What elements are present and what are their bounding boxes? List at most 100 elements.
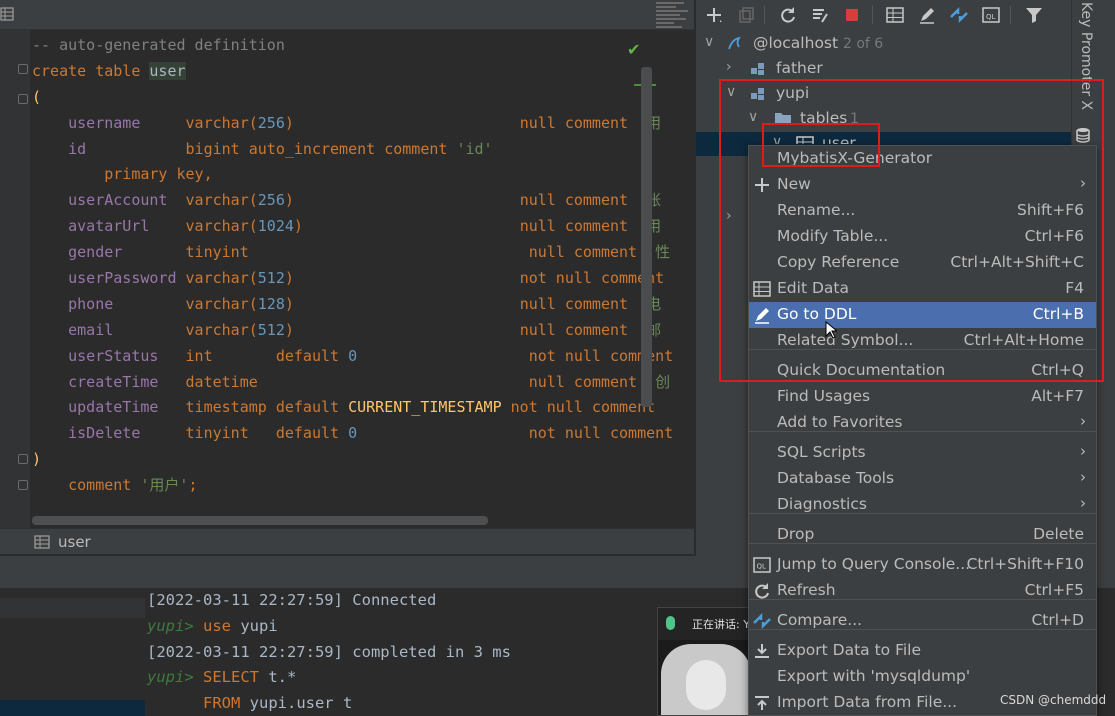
code-line[interactable]: isDelete tinyint default 0 not null comm…: [32, 421, 673, 447]
code-line[interactable]: username varchar(256) null comment '用: [32, 111, 673, 137]
compare-icon[interactable]: [949, 5, 969, 25]
code-line[interactable]: updateTime timestamp default CURRENT_TIM…: [32, 395, 673, 421]
console-token: yupi>: [147, 616, 203, 635]
chevron-down-icon[interactable]: ∨: [704, 34, 714, 50]
menu-item-diagnostics[interactable]: Diagnostics ›: [749, 492, 1096, 518]
inspection-ok-icon[interactable]: ✔: [627, 40, 640, 59]
code-token: 'id': [456, 139, 493, 158]
fold-marker[interactable]: [18, 454, 28, 464]
code-token: null comment: [519, 191, 638, 210]
code-token: primary key: [32, 165, 204, 184]
menu-item-label: SQL Scripts: [777, 443, 866, 461]
code-token: null comment: [519, 294, 638, 313]
code-token: create table: [32, 61, 150, 80]
editor-tab-user[interactable]: user: [0, 528, 694, 554]
menu-item-shortcut: Ctrl+F5: [1024, 581, 1084, 599]
schema-sync-icon[interactable]: [810, 5, 830, 25]
mysql-dolphin-icon: [728, 36, 741, 50]
menu-item-find-usages[interactable]: Find Usages Alt+F7: [749, 384, 1096, 410]
pencil-icon[interactable]: [917, 5, 937, 25]
console-token: yupi: [240, 616, 278, 635]
code-line[interactable]: createTime datetime null comment '创: [32, 370, 673, 396]
console-token: t.*: [268, 668, 297, 687]
code-area[interactable]: -- auto-generated definition create table…: [32, 33, 673, 499]
filter-icon[interactable]: [1024, 5, 1044, 25]
code-line[interactable]: comment '用户';: [32, 473, 673, 499]
sql-editor[interactable]: -- auto-generated definition create table…: [0, 0, 694, 528]
code-line[interactable]: -- auto-generated definition: [32, 33, 673, 59]
menu-item-drop[interactable]: Drop Delete: [749, 522, 1096, 548]
menu-item-shortcut: Ctrl+D: [1031, 611, 1084, 629]
chevron-right-icon[interactable]: ›: [726, 59, 732, 75]
code-line[interactable]: ): [32, 447, 673, 473]
code-line[interactable]: userPassword varchar(512) not null comme…: [32, 266, 673, 292]
code-line[interactable]: userAccount varchar(256) null comment '账: [32, 188, 673, 214]
code-token: gender: [32, 243, 186, 262]
code-line[interactable]: phone varchar(128) null comment '电: [32, 292, 673, 318]
code-token: ): [284, 191, 520, 210]
refresh-icon[interactable]: [778, 5, 798, 25]
console-token: use: [203, 616, 241, 635]
code-token: varchar(: [185, 320, 258, 339]
chevron-right-icon: ›: [1080, 494, 1086, 512]
menu-item-sql-scripts[interactable]: SQL Scripts ›: [749, 440, 1096, 466]
code-line[interactable]: create table user: [32, 59, 673, 85]
copy-icon[interactable]: [736, 5, 756, 25]
vertical-scrollbar[interactable]: [641, 67, 652, 407]
code-token: not null comment: [528, 424, 674, 443]
code-token: null comment: [519, 217, 638, 236]
watermark: CSDN @chemddd: [1000, 693, 1107, 707]
code-token: ): [293, 217, 520, 236]
code-line[interactable]: primary key,: [32, 162, 673, 188]
fold-marker[interactable]: [18, 64, 28, 74]
menu-item-compare[interactable]: Compare... Ctrl+D: [749, 608, 1096, 634]
video-call-overlay[interactable]: 正在讲话: Y: [657, 607, 757, 716]
table-grid-icon[interactable]: [0, 7, 14, 21]
code-line[interactable]: id bigint auto_increment comment 'id': [32, 137, 673, 163]
menu-item-export-with-mysqldump[interactable]: Export with 'mysqldump': [749, 664, 1096, 690]
code-line[interactable]: avatarUrl varchar(1024) null comment '用: [32, 214, 673, 240]
code-token: datetime: [185, 372, 529, 391]
code-line[interactable]: (: [32, 85, 673, 111]
menu-item-refresh[interactable]: Refresh Ctrl+F5: [749, 578, 1096, 604]
code-line[interactable]: gender tinyint null comment '性: [32, 240, 673, 266]
code-token: avatarUrl: [32, 217, 186, 236]
code-token: ): [284, 320, 520, 339]
code-token: not null comment: [510, 398, 656, 417]
console-token: [2022-03-11 22:27:59] completed in 3 ms: [147, 642, 511, 661]
code-line[interactable]: email varchar(512) null comment '邮: [32, 318, 673, 344]
code-token: 512: [257, 320, 285, 339]
query-console-output[interactable]: [2022-03-11 22:27:59] Connected yupi> use…: [145, 588, 665, 716]
fold-marker[interactable]: [18, 480, 28, 490]
console-line: yupi> SELECT t.*: [147, 665, 665, 691]
menu-item-label: Diagnostics: [777, 495, 867, 513]
code-token: 1024: [257, 217, 294, 236]
menu-item-label: Find Usages: [777, 387, 871, 405]
horizontal-scrollbar[interactable]: [32, 516, 488, 525]
menu-item-jump-to-query-console[interactable]: QL Jump to Query Console... Ctrl+Shift+F10: [749, 552, 1096, 578]
code-token: varchar(: [185, 269, 258, 288]
stop-icon[interactable]: [842, 5, 862, 25]
menu-item-label: Refresh: [777, 581, 836, 599]
menu-item-database-tools[interactable]: Database Tools ›: [749, 466, 1096, 492]
menu-item-label: Export with 'mysqldump': [777, 667, 971, 685]
fold-marker[interactable]: [18, 94, 28, 104]
menu-item-export-data-to-file[interactable]: Export Data to File: [749, 638, 1096, 664]
table-grid-icon[interactable]: [885, 5, 905, 25]
services-selected-row[interactable]: [0, 700, 145, 716]
code-line[interactable]: userStatus int default 0 not null commen…: [32, 344, 673, 370]
code-token: phone: [32, 294, 186, 313]
code-token: null comment: [519, 113, 638, 132]
add-icon[interactable]: [704, 5, 724, 25]
code-token: timestamp default: [185, 398, 349, 417]
tree-node-localhost[interactable]: ∨ @localhost 2 of 6: [696, 32, 1071, 57]
code-token: tinyint default: [185, 424, 349, 443]
code-token: ): [32, 450, 42, 469]
services-row[interactable]: [0, 598, 145, 618]
ql-console-icon[interactable]: QL: [981, 5, 1001, 25]
menu-item-add-to-favorites[interactable]: Add to Favorites ›: [749, 410, 1096, 436]
code-token: user: [149, 61, 186, 80]
code-token: tinyint: [185, 243, 529, 262]
code-token: varchar(: [185, 294, 258, 313]
